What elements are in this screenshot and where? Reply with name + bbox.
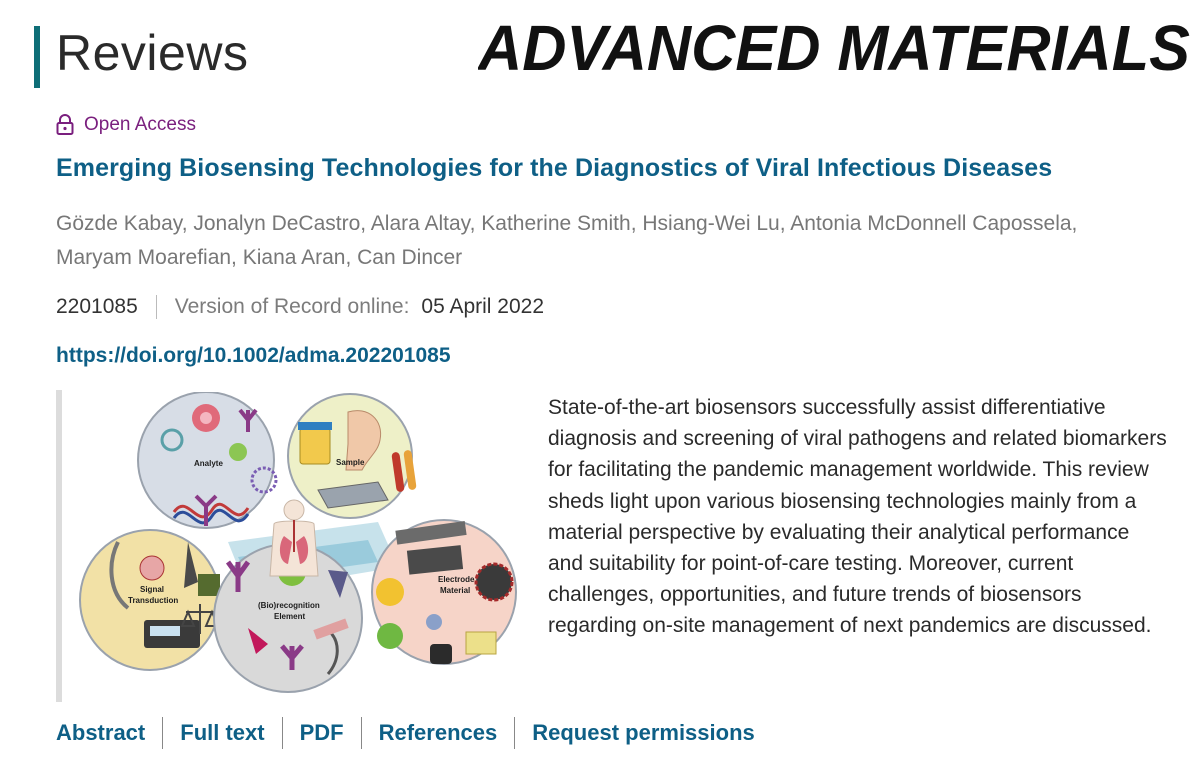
section-accent-bar [34, 26, 40, 88]
signal-transduction-panel: Signal Transduction [79, 529, 221, 671]
figure-label-signal: Signal [140, 585, 164, 594]
figure-label-material: Material [440, 586, 470, 595]
sample-panel: Sample [287, 393, 417, 519]
doi-link[interactable]: https://doi.org/10.1002/adma.202201085 [56, 344, 451, 368]
article-number: 2201085 [56, 295, 138, 318]
open-access-label: Open Access [84, 114, 196, 135]
request-permissions-link[interactable]: Request permissions [532, 720, 755, 746]
lock-icon [56, 114, 74, 135]
electrode-material-panel: Electrode Material [371, 519, 517, 665]
full-text-link[interactable]: Full text [180, 720, 264, 746]
abstract-text: State-of-the-art biosensors successfully… [548, 396, 1167, 638]
version-label: Version of Record online: [174, 295, 410, 318]
meta-divider [155, 295, 157, 319]
figure-label-biorecognition: (Bio)recognition [258, 601, 320, 610]
human-anatomy-figure [269, 499, 319, 577]
figure-label-transduction: Transduction [128, 596, 178, 605]
link-divider [162, 717, 164, 749]
article-links: Abstract Full text PDF References Reques… [56, 717, 755, 749]
abstract-link[interactable]: Abstract [56, 720, 145, 746]
link-divider [514, 717, 516, 749]
publication-date: 05 April 2022 [421, 295, 545, 318]
article-title[interactable]: Emerging Biosensing Technologies for the… [56, 154, 1052, 183]
article-meta: 2201085 Version of Record online: 05 Apr… [56, 295, 544, 319]
link-divider [360, 717, 362, 749]
pdf-link[interactable]: PDF [300, 720, 344, 746]
graphical-abstract[interactable]: Analyte Sample Signal Transduction Elect… [78, 392, 518, 698]
link-divider [281, 717, 283, 749]
figure-accent-bar [56, 390, 62, 702]
open-access-badge[interactable]: Open Access [56, 114, 196, 136]
journal-logo: ADVANCED MATERIALS [478, 14, 1190, 76]
journal-logo-text: ADVANCED MATERIALS [478, 14, 1190, 76]
section-title: Reviews [56, 25, 249, 81]
figure-label-sample: Sample [336, 458, 365, 467]
figure-label-analyte: Analyte [194, 459, 223, 468]
figure-label-electrode: Electrode [438, 575, 475, 584]
author-list: Gözde Kabay, Jonalyn DeCastro, Alara Alt… [56, 212, 1078, 269]
figure-label-element: Element [274, 612, 305, 621]
analyte-panel: Analyte [137, 392, 278, 529]
references-link[interactable]: References [379, 720, 498, 746]
